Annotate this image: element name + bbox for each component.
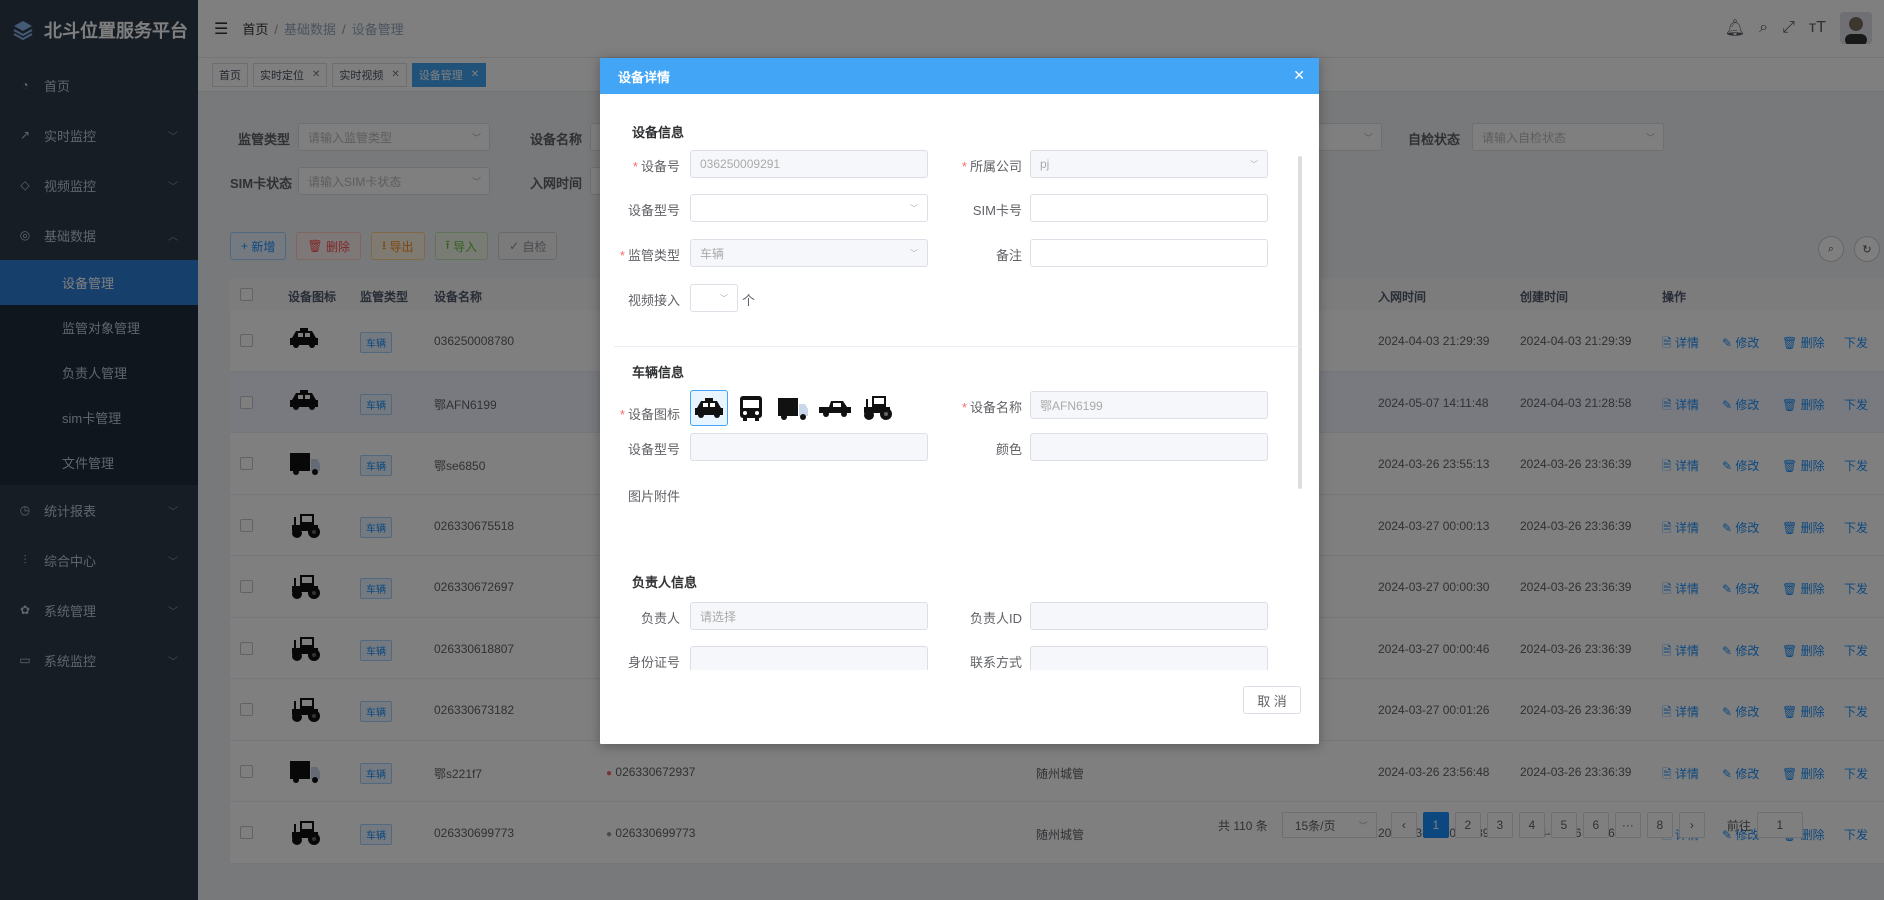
vehicle-model-label: 设备型号 (627, 442, 680, 457)
device-detail-dialog: 设备详情 ✕ 设备信息 * 设备号 036250009291 * 所属公司 pj ﹀ … (600, 58, 1319, 744)
dialog-header: 设备详情 ✕ (600, 58, 1319, 94)
contact-label: 联系方式 (969, 655, 1022, 670)
owner-placeholder: 请选择 (700, 609, 737, 624)
contact-input[interactable] (1030, 646, 1268, 670)
bus-icon (740, 396, 762, 421)
vehicle-option-tractor[interactable] (858, 390, 896, 426)
video-label: 视频接入 (627, 293, 680, 308)
device-name-field[interactable]: 鄂AFN6199 (1030, 391, 1268, 419)
dialog-title: 设备详情 (618, 69, 671, 85)
section-device-info: 设备信息 (632, 125, 685, 140)
device-name-value: 鄂AFN6199 (1040, 398, 1103, 413)
company-label: * 所属公司 (961, 159, 1022, 174)
cancel-button[interactable]: 取 消 (1243, 686, 1301, 714)
remark-input[interactable] (1030, 239, 1268, 267)
supervise-type-value: 车辆 (700, 246, 725, 261)
device-name-label: * 设备名称 (961, 400, 1022, 415)
id-card-input[interactable] (690, 646, 928, 670)
device-no-value: 036250009291 (700, 157, 781, 171)
owner-id-label: 负责人ID (969, 611, 1022, 626)
device-icon-label: * 设备图标 (619, 407, 680, 422)
video-unit: 个 (742, 293, 756, 308)
section-owner-info: 负责人信息 (632, 575, 698, 590)
sim-input[interactable] (1030, 194, 1268, 222)
id-card-label: 身份证号 (627, 655, 680, 670)
color-input[interactable] (1030, 433, 1268, 461)
video-count-select[interactable]: ﹀ (690, 284, 738, 312)
close-icon[interactable]: ✕ (1293, 67, 1305, 84)
color-label: 颜色 (995, 442, 1022, 457)
dialog-footer: 取 消 (600, 670, 1319, 744)
chevron-down-icon: ﹀ (910, 203, 918, 213)
device-model-label: 设备型号 (627, 203, 680, 218)
device-no-field[interactable]: 036250009291 (690, 150, 928, 178)
vehicle-option-pickup[interactable] (816, 390, 854, 426)
vehicle-option-truck[interactable] (774, 390, 812, 426)
supervise-type-label: * 监管类型 (619, 248, 680, 263)
owner-label: 负责人 (640, 611, 680, 626)
vehicle-model-input[interactable] (690, 433, 928, 461)
truck-icon (778, 398, 808, 420)
chevron-down-icon: ﹀ (720, 293, 728, 303)
owner-id-input[interactable] (1030, 602, 1268, 630)
chevron-down-icon: ﹀ (1250, 159, 1258, 169)
vehicle-option-taxi[interactable] (690, 390, 728, 426)
device-model-select[interactable]: ﹀ (690, 194, 928, 222)
vehicle-option-bus[interactable] (732, 390, 770, 426)
taxi-icon (695, 398, 723, 418)
pickup-truck-icon (819, 401, 851, 417)
company-value: pj (1040, 157, 1050, 171)
divider (614, 346, 1299, 347)
attachment-label: 图片附件 (627, 489, 680, 504)
tractor-icon (864, 396, 892, 420)
chevron-down-icon: ﹀ (910, 248, 918, 258)
supervise-type-select[interactable]: 车辆 ﹀ (690, 239, 928, 267)
scrollbar[interactable] (1298, 156, 1302, 489)
section-vehicle-info: 车辆信息 (632, 365, 685, 380)
sim-label: SIM卡号 (972, 203, 1022, 218)
company-select[interactable]: pj ﹀ (1030, 150, 1268, 178)
owner-select[interactable]: 请选择 (690, 602, 928, 630)
device-no-label: * 设备号 (632, 159, 680, 174)
remark-label: 备注 (995, 248, 1022, 263)
dialog-body: 设备信息 * 设备号 036250009291 * 所属公司 pj ﹀ 设备型号 ﹀ … (600, 94, 1319, 670)
